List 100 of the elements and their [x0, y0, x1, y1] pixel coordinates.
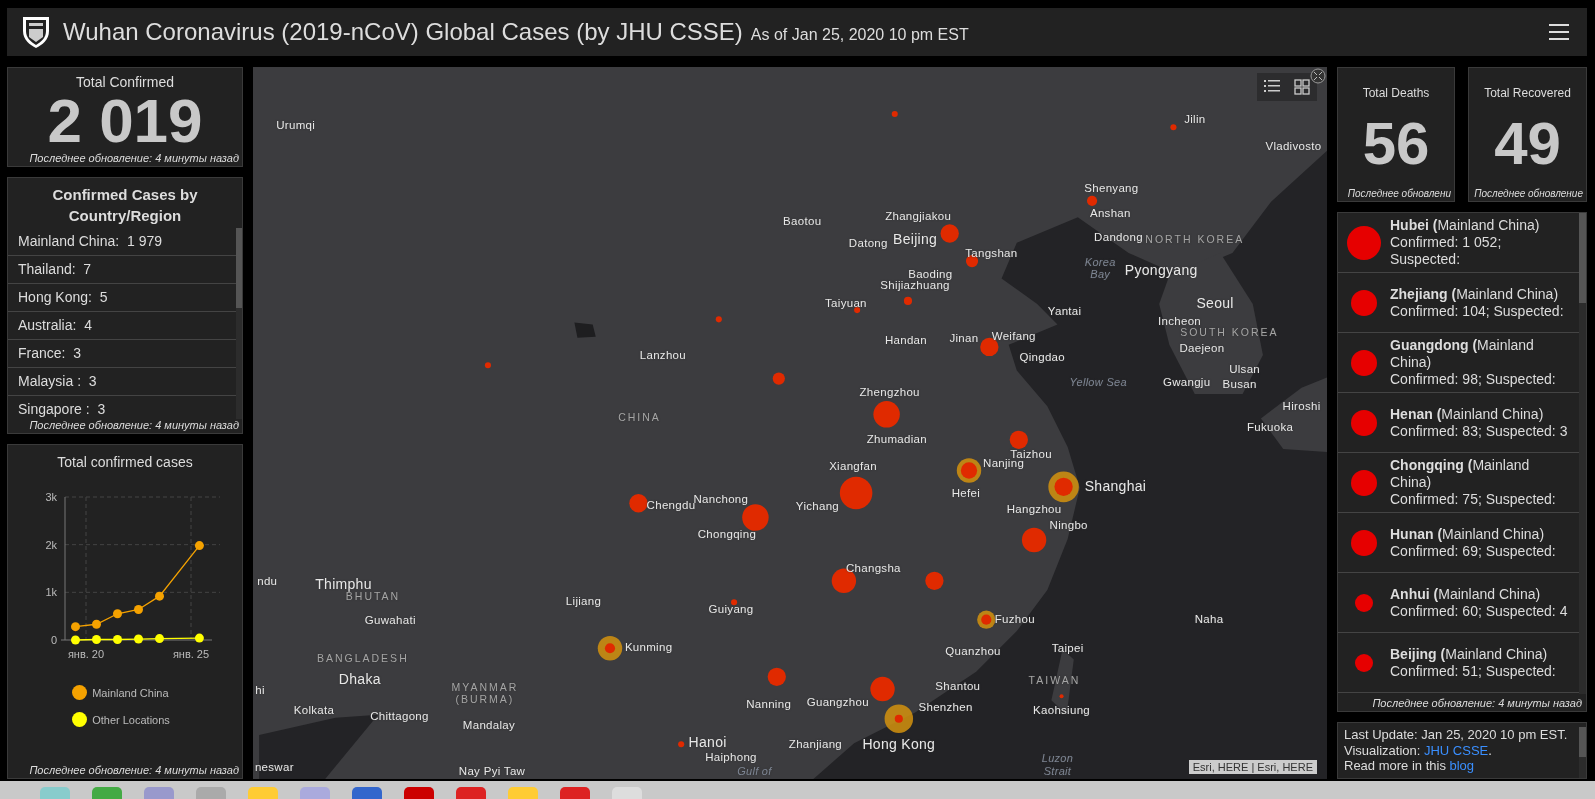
map-label: Chittagong — [370, 709, 429, 722]
case-marker — [1351, 469, 1377, 496]
map-label: BHUTAN — [345, 590, 401, 603]
taskbar-app-icon[interactable] — [92, 787, 122, 799]
map-label: Shenzhen — [918, 701, 973, 714]
scrollbar[interactable] — [236, 228, 242, 419]
map-label: Hong Kong — [862, 736, 936, 753]
case-marker — [1351, 349, 1377, 376]
taskbar-app-icon[interactable] — [300, 787, 330, 799]
case-marker — [1355, 593, 1373, 612]
taskbar-app-icon[interactable] — [404, 787, 434, 799]
data-point — [194, 633, 204, 643]
map-label: Beijing — [893, 230, 938, 247]
province-row[interactable]: Hubei (Mainland China) Confirmed: 1 052; Suspected: — [1338, 213, 1579, 273]
taskbar-app-icon[interactable] — [456, 787, 486, 799]
case-marker — [925, 571, 944, 590]
case-counts: Confirmed: 51; Suspected: — [1390, 662, 1557, 680]
menu-icon — [1549, 23, 1569, 41]
axis-tick-label: 3k — [45, 491, 57, 503]
map-label: Naha — [1194, 612, 1224, 625]
map-label: Yantai — [1047, 305, 1082, 318]
map-label: Guiyang — [708, 603, 754, 616]
stat-value: 56 — [1362, 109, 1430, 179]
as-of-date: As of Jan 25, 2020 10 pm EST — [750, 26, 969, 44]
map-label: Jilin — [1184, 113, 1206, 126]
data-point — [92, 619, 101, 629]
taskbar-app-icon[interactable] — [508, 787, 538, 799]
case-marker — [1355, 653, 1373, 672]
map-label: Ningbo — [1049, 518, 1088, 531]
axis-tick-label: 0 — [50, 634, 57, 646]
case-marker — [1351, 289, 1377, 316]
scrollbar-thumb[interactable] — [236, 228, 242, 308]
province-name: Chongqing (Mainland China) — [1390, 457, 1531, 491]
map-label: Shanghai — [1084, 477, 1147, 494]
last-updated-note: Последнее обновление: 4 минуты назад — [28, 764, 240, 778]
taskbar-app-icon[interactable] — [144, 787, 174, 799]
scrollbar[interactable] — [1579, 727, 1586, 778]
map-label: Thimphu — [315, 575, 372, 592]
province-row[interactable]: Chongqing (Mainland China) Confirmed: 75; Suspected: — [1338, 453, 1579, 513]
scrollbar[interactable] — [1579, 213, 1586, 694]
province-row[interactable]: Guangdong (Mainland China) Confirmed: 98; Suspected: — [1338, 333, 1579, 393]
province-row[interactable]: Zhejiang (Mainland China) Confirmed: 104; Suspected: — [1338, 273, 1579, 333]
case-marker — [629, 494, 648, 513]
map-label: Weifang — [991, 329, 1036, 342]
legend-label: Mainland China — [92, 686, 169, 699]
case-marker — [742, 504, 769, 531]
taskbar-app-icon[interactable] — [248, 787, 278, 799]
taskbar-app-icon[interactable] — [40, 787, 70, 799]
data-point — [155, 634, 164, 644]
scrollbar-thumb[interactable] — [1579, 213, 1586, 303]
stat-label: Total Confirmed — [75, 74, 174, 90]
map-label: Nanning — [746, 698, 792, 711]
map-label: Pyongyang — [1124, 262, 1198, 279]
map-label: Lijiang — [565, 595, 602, 608]
map-label: Zhengzhou — [859, 385, 920, 398]
case-marker — [1059, 694, 1064, 699]
map-label: Hiroshi — [1282, 400, 1321, 413]
axis-tick-label: 1k — [45, 586, 57, 599]
blog-link[interactable]: blog — [1449, 758, 1475, 773]
data-point — [134, 605, 143, 614]
case-marker — [1021, 527, 1047, 553]
case-marker — [1170, 124, 1177, 131]
case-marker — [870, 676, 895, 702]
scrollbar-thumb[interactable] — [1579, 727, 1586, 757]
map-label: Baotou — [783, 215, 822, 228]
map-label: hi — [255, 684, 265, 697]
map-label: ndu — [257, 574, 278, 587]
case-marker — [1351, 529, 1377, 556]
case-marker — [1351, 409, 1377, 436]
last-updated-note: Последнее обновление — [1474, 188, 1583, 199]
map-attribution: Esri, HERE | Esri, HERE — [1188, 760, 1317, 774]
expand-button[interactable] — [1310, 68, 1326, 84]
map-label: Incheon — [1158, 315, 1202, 328]
map-label: CHINA — [618, 411, 661, 424]
case-counts: Confirmed: 83; Suspected: 3 — [1390, 422, 1568, 440]
case-marker — [731, 599, 738, 606]
case-marker — [1087, 195, 1098, 206]
last-update-text: Last Update: Jan 25, 2020 10 pm EST. — [1344, 727, 1569, 743]
province-name: Hunan (Mainland China) — [1390, 525, 1546, 543]
grid-icon — [1294, 79, 1310, 95]
map-label: Zhanjiang — [788, 738, 843, 751]
taskbar-app-icon[interactable] — [196, 787, 226, 799]
case-marker — [1347, 225, 1381, 260]
province-row[interactable]: Henan (Mainland China) Confirmed: 83; Suspected: 3 — [1338, 393, 1579, 453]
case-counts: Confirmed: 104; Suspected: — [1390, 302, 1565, 320]
data-point — [92, 635, 101, 644]
map-label: Qingdao — [1019, 351, 1065, 364]
map-label: TAIWAN — [1028, 673, 1081, 686]
taskbar-app-icon[interactable] — [352, 787, 382, 799]
map-label: Daejeon — [1179, 341, 1225, 354]
case-marker — [715, 316, 722, 323]
map-label: neswar — [254, 760, 294, 773]
axis-tick-label: янв. 20 — [67, 648, 105, 660]
case-marker — [484, 362, 491, 369]
data-point — [71, 622, 80, 632]
case-marker — [903, 296, 913, 305]
taskbar-app-icon[interactable] — [560, 787, 590, 799]
province-row[interactable]: Hunan (Mainland China) Confirmed: 69; Suspected: — [1338, 513, 1579, 573]
map-label: Baoding — [908, 268, 953, 281]
case-marker — [891, 110, 898, 118]
